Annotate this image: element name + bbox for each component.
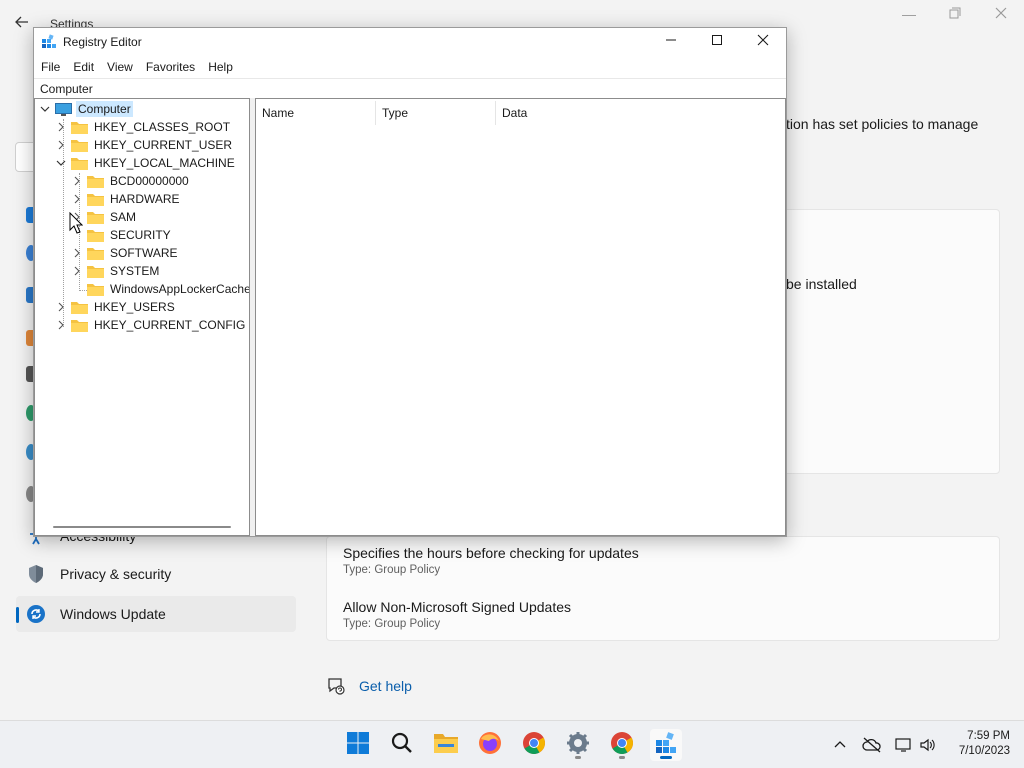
menu-help[interactable]: Help bbox=[202, 60, 239, 74]
tree-node-computer[interactable]: Computer bbox=[39, 100, 133, 118]
address-bar[interactable]: Computer bbox=[34, 78, 786, 98]
folder-icon bbox=[87, 211, 104, 224]
computer-icon bbox=[55, 102, 72, 116]
registry-editor-icon bbox=[41, 34, 57, 50]
close-icon bbox=[757, 33, 769, 51]
tree-node-hardware[interactable]: HARDWARE bbox=[71, 190, 182, 208]
chrome-icon bbox=[522, 731, 546, 760]
chevron-right-icon[interactable] bbox=[55, 121, 67, 133]
folder-icon bbox=[87, 265, 104, 278]
windows-update-icon bbox=[26, 604, 46, 624]
tree-node-hkey-classes-root[interactable]: HKEY_CLASSES_ROOT bbox=[55, 118, 232, 136]
folder-open-icon bbox=[71, 157, 88, 170]
menu-edit[interactable]: Edit bbox=[67, 60, 100, 74]
install-notice-text: be installed bbox=[786, 276, 857, 292]
folder-icon bbox=[87, 247, 104, 260]
chrome-button[interactable] bbox=[518, 729, 550, 761]
policy-row: Specifies the hours before checking for … bbox=[343, 545, 639, 576]
volume-icon[interactable] bbox=[918, 735, 938, 755]
folder-icon bbox=[87, 283, 104, 296]
minimize-icon[interactable]: — bbox=[894, 6, 924, 22]
file-explorer-button[interactable] bbox=[430, 729, 462, 761]
mouse-cursor-icon bbox=[69, 211, 84, 234]
tree-node-system[interactable]: SYSTEM bbox=[71, 262, 161, 280]
window-title: Registry Editor bbox=[63, 35, 142, 49]
chevron-right-icon[interactable] bbox=[71, 193, 83, 205]
maximize-icon bbox=[711, 33, 723, 51]
values-list-pane[interactable]: Name Type Data bbox=[255, 98, 786, 536]
address-text: Computer bbox=[40, 82, 93, 96]
chevron-up-icon[interactable] bbox=[830, 735, 850, 755]
start-icon bbox=[346, 731, 370, 760]
running-indicator bbox=[619, 756, 625, 759]
back-arrow-icon[interactable] bbox=[14, 14, 34, 34]
search-button[interactable] bbox=[386, 729, 418, 761]
folder-icon bbox=[71, 301, 88, 314]
onedrive-offline-icon[interactable] bbox=[862, 735, 882, 755]
folder-icon bbox=[87, 229, 104, 242]
tree-node-hkey-current-config[interactable]: HKEY_CURRENT_CONFIG bbox=[55, 316, 247, 334]
shield-icon bbox=[26, 564, 46, 584]
folder-icon bbox=[71, 139, 88, 152]
close-icon[interactable] bbox=[986, 6, 1016, 22]
chevron-right-icon[interactable] bbox=[55, 139, 67, 151]
firefox-button[interactable] bbox=[474, 729, 506, 761]
sidebar-item-privacy-security[interactable]: Privacy & security bbox=[16, 556, 296, 592]
key-tree-pane[interactable]: Computer HKEY_CLASSES_ROOT HKEY_CURRENT_… bbox=[34, 98, 250, 536]
menu-file[interactable]: File bbox=[35, 60, 66, 74]
tree-node-hkey-local-machine[interactable]: HKEY_LOCAL_MACHINE bbox=[55, 154, 237, 172]
policy-row: Allow Non-Microsoft Signed Updates Type:… bbox=[343, 599, 571, 630]
column-header-data[interactable]: Data bbox=[496, 101, 616, 125]
chevron-right-icon[interactable] bbox=[71, 265, 83, 277]
chevron-right-icon[interactable] bbox=[71, 175, 83, 187]
policy-notice-text: tion has set policies to manage bbox=[786, 116, 979, 132]
registry-editor-window: Registry Editor File Edit View Favorites… bbox=[33, 27, 787, 537]
chevron-right-icon[interactable] bbox=[55, 319, 67, 331]
tree-node-software[interactable]: SOFTWARE bbox=[71, 244, 180, 262]
tree-node-security[interactable]: SECURITY bbox=[71, 226, 173, 244]
chrome-button-2[interactable] bbox=[606, 729, 638, 761]
menu-bar: File Edit View Favorites Help bbox=[34, 56, 786, 78]
menu-view[interactable]: View bbox=[101, 60, 139, 74]
minimize-button[interactable] bbox=[648, 28, 694, 56]
chevron-down-icon[interactable] bbox=[55, 157, 67, 169]
folder-icon bbox=[71, 319, 88, 332]
tree-node-hkey-users[interactable]: HKEY_USERS bbox=[55, 298, 177, 316]
active-indicator bbox=[16, 607, 19, 623]
clock-date: 7/10/2023 bbox=[958, 745, 1010, 757]
registry-editor-taskbar-button[interactable] bbox=[650, 729, 682, 761]
column-header-type[interactable]: Type bbox=[376, 101, 496, 125]
minimize-icon bbox=[665, 33, 677, 51]
menu-favorites[interactable]: Favorites bbox=[140, 60, 201, 74]
firefox-icon bbox=[478, 731, 502, 760]
running-indicator bbox=[575, 756, 581, 759]
system-clock[interactable]: 7:59 PM 7/10/2023 bbox=[959, 729, 1010, 759]
sidebar-item-windows-update[interactable]: Windows Update bbox=[16, 596, 296, 632]
start-button[interactable] bbox=[342, 729, 374, 761]
folder-icon bbox=[87, 193, 104, 206]
file-explorer-icon bbox=[433, 731, 459, 760]
chevron-right-icon[interactable] bbox=[55, 301, 67, 313]
get-help-link[interactable]: Get help bbox=[326, 676, 412, 696]
tree-node-windowsapplockercache[interactable]: WindowsAppLockerCache bbox=[71, 280, 249, 298]
help-chat-icon bbox=[326, 676, 346, 696]
active-indicator bbox=[660, 756, 672, 759]
chevron-down-icon[interactable] bbox=[39, 103, 51, 115]
column-header-name[interactable]: Name bbox=[256, 101, 376, 125]
folder-icon bbox=[71, 121, 88, 134]
restore-icon[interactable] bbox=[940, 6, 970, 22]
settings-button[interactable] bbox=[562, 729, 594, 761]
taskbar: 7:59 PM 7/10/2023 bbox=[0, 720, 1024, 768]
folder-icon bbox=[87, 175, 104, 188]
clock-time: 7:59 PM bbox=[967, 730, 1010, 742]
tree-node-hkey-current-user[interactable]: HKEY_CURRENT_USER bbox=[55, 136, 234, 154]
maximize-button[interactable] bbox=[694, 28, 740, 56]
search-icon bbox=[390, 731, 414, 760]
title-bar[interactable]: Registry Editor bbox=[34, 28, 786, 56]
tree-node-bcd00000000[interactable]: BCD00000000 bbox=[71, 172, 191, 190]
close-button[interactable] bbox=[740, 28, 786, 56]
chevron-right-icon[interactable] bbox=[71, 247, 83, 259]
horizontal-scrollbar[interactable] bbox=[53, 526, 231, 528]
network-icon[interactable] bbox=[894, 735, 914, 755]
